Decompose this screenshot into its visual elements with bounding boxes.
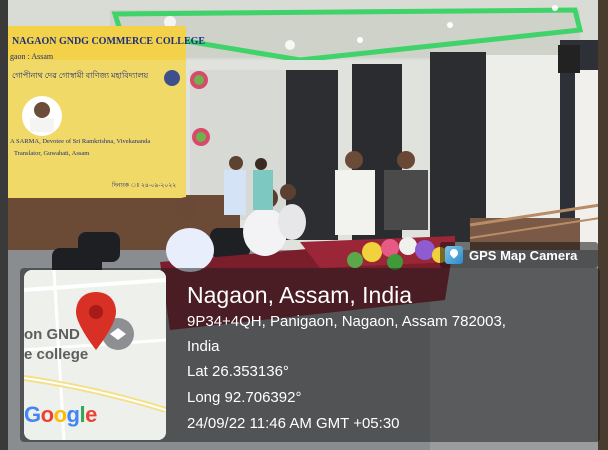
google-logo: Google — [24, 402, 97, 427]
gps-map-camera-icon — [445, 246, 463, 264]
banner-speaker-role: Translator, Guwahati, Assam — [14, 150, 90, 157]
banner-date: দিনাংক ঃ ২৪-০৯-২০২২ — [112, 183, 177, 189]
gps-map-camera-badge: GPS Map Camera — [440, 242, 598, 268]
longitude: Long 92.706392° — [187, 389, 302, 406]
banner-speaker-line: A SARMA, Devotee of Sri Ramkrishna, Vive… — [10, 138, 151, 145]
photo-frame: NAGAON GNDG COMMERCE COLLEGE gaon : Assa… — [0, 0, 608, 450]
latitude: Lat 26.353136° — [187, 363, 289, 380]
gps-badge-label: GPS Map Camera — [469, 247, 578, 263]
address-line-1: 9P34+4QH, Panigaon, Nagaon, Assam 782003… — [187, 313, 506, 330]
location-title: Nagaon, Assam, India — [187, 282, 413, 308]
map-place-label-1: on GND — [24, 326, 80, 343]
banner-assamese-name: গোপীনাথ দেৱ গোস্বামী বাণিজ্য মহাবিদ্যালয… — [12, 71, 149, 80]
map-thumbnail: on GND e college Google — [24, 270, 166, 440]
map-place-label-2: e college — [24, 346, 89, 363]
address-line-2: India — [187, 338, 220, 355]
timestamp: 24/09/22 11:46 AM GMT +05:30 — [187, 415, 400, 432]
banner-title: NAGAON GNDG COMMERCE COLLEGE — [12, 36, 206, 47]
banner-subtitle: gaon : Assam — [10, 52, 54, 61]
